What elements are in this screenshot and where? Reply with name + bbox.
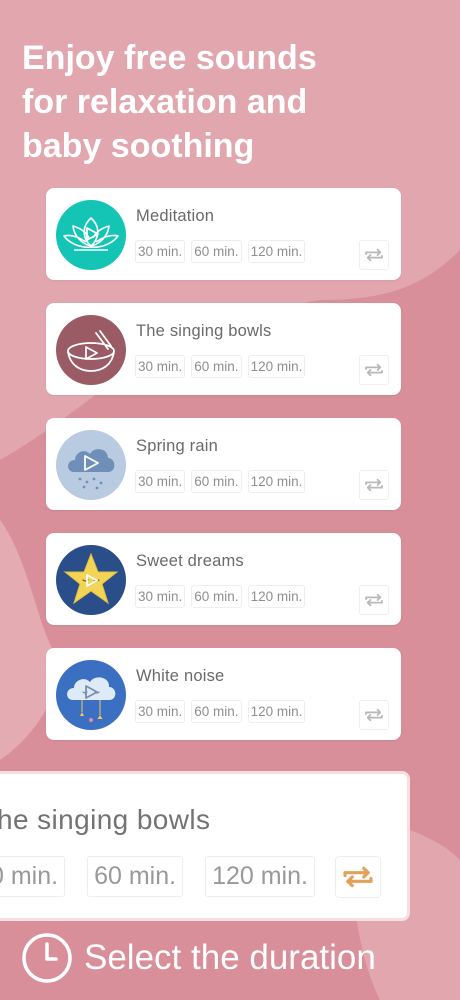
repeat-button[interactable] [359,585,389,615]
duration-30-button[interactable]: 30 min. [135,355,186,378]
duration-30-button[interactable]: 30 min. [135,585,186,608]
headline: Enjoy free sounds for relaxation and bab… [22,36,442,168]
sound-card-sweet-dreams[interactable]: Sweet dreams 30 min. 60 min. 120 min. [46,533,401,625]
duration-options: 30 min. 60 min. 120 min. [135,585,311,608]
sound-title: Spring rain [136,437,218,455]
duration-120-button[interactable]: 120 min. [247,700,306,723]
sound-card-meditation[interactable]: Meditation 30 min. 60 min. 120 min. [46,188,401,280]
duration-30-button[interactable]: 30 min. [135,700,186,723]
panel-duration-30-button[interactable]: 0 min. [0,856,66,897]
repeat-icon [343,866,373,888]
duration-options: 30 min. 60 min. 120 min. [135,470,311,493]
rain-cloud-icon[interactable] [56,430,126,500]
sound-card-white-noise[interactable]: White noise 30 min. 60 min. 120 min. [46,648,401,740]
duration-30-button[interactable]: 30 min. [135,470,186,493]
repeat-icon [365,708,383,722]
headline-line-2: for relaxation and [22,83,308,121]
sound-title: The singing bowls [136,322,272,340]
panel-duration-options: 0 min. 60 min. 120 min. [0,856,337,897]
footer-caption: Select the duration [20,930,376,986]
repeat-button[interactable] [359,355,389,385]
repeat-button[interactable] [359,240,389,270]
duration-60-button[interactable]: 60 min. [191,240,242,263]
panel-repeat-button[interactable] [335,856,381,898]
sound-title: Sweet dreams [136,552,244,570]
lotus-icon[interactable] [56,200,126,270]
duration-120-button[interactable]: 120 min. [247,470,306,493]
panel-sound-title: he singing bowls [0,804,211,835]
sound-card-singing-bowls[interactable]: The singing bowls 30 min. 60 min. 120 mi… [46,303,401,395]
repeat-button[interactable] [359,700,389,730]
duration-options: 30 min. 60 min. 120 min. [135,240,311,263]
duration-60-button[interactable]: 60 min. [191,700,242,723]
duration-120-button[interactable]: 120 min. [247,585,306,608]
duration-60-button[interactable]: 60 min. [191,585,242,608]
repeat-icon [365,363,383,377]
repeat-button[interactable] [359,470,389,500]
singing-bowl-icon[interactable] [56,315,126,385]
sleeping-cloud-icon[interactable] [56,660,126,730]
sleeping-star-icon[interactable] [56,545,126,615]
footer-text: Select the duration [84,938,376,977]
clock-icon [20,931,74,985]
repeat-icon [365,478,383,492]
sound-card-spring-rain[interactable]: Spring rain 30 min. 60 min. 120 min. [46,418,401,510]
repeat-icon [365,248,383,262]
sound-title: Meditation [136,207,215,225]
duration-detail-panel: he singing bowls 0 min. 60 min. 120 min. [0,771,410,921]
headline-line-3: baby soothing [22,127,255,165]
duration-60-button[interactable]: 60 min. [191,470,242,493]
panel-duration-60-button[interactable]: 60 min. [87,856,184,897]
duration-options: 30 min. 60 min. 120 min. [135,700,311,723]
sound-title: White noise [136,667,225,685]
duration-120-button[interactable]: 120 min. [247,355,306,378]
duration-60-button[interactable]: 60 min. [191,355,242,378]
duration-120-button[interactable]: 120 min. [247,240,306,263]
duration-30-button[interactable]: 30 min. [135,240,186,263]
headline-line-1: Enjoy free sounds [22,39,317,77]
duration-options: 30 min. 60 min. 120 min. [135,355,311,378]
repeat-icon [365,593,383,607]
panel-duration-120-button[interactable]: 120 min. [205,856,315,897]
